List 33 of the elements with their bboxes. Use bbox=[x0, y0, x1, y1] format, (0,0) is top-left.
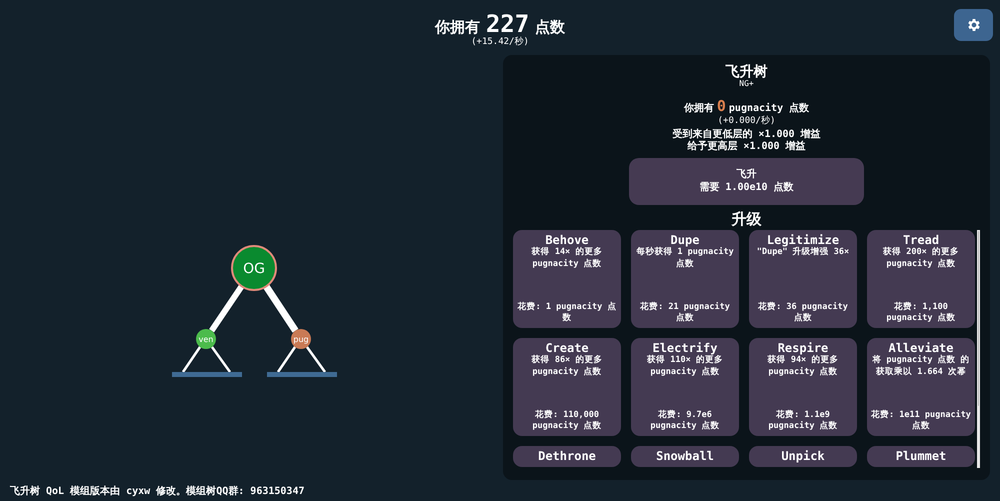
upgrade-card[interactable]: Snowball bbox=[631, 446, 739, 468]
pugnacity-rate: (+0.000/秒) bbox=[718, 115, 776, 128]
upgrade-card[interactable]: Legitimize "Dupe" 升级增强 36× 花费: 36 pugnacity 点数 bbox=[749, 230, 857, 328]
panel-title: 飞升树 bbox=[726, 65, 768, 80]
tree-branch bbox=[210, 346, 232, 373]
upgrade-card[interactable]: Dupe 每秒获得 1 pugnacity 点数 花费: 21 pugnacity 点数 bbox=[631, 230, 739, 328]
upgrade-card[interactable]: Respire 获得 94× 的更多 pugnacity 点数 花费: 1.1e9 pugnacity 点数 bbox=[749, 338, 857, 436]
upgrade-card[interactable]: Electrify 获得 110× 的更多 pugnacity 点数 花费: 9.7e6 pugnacity 点数 bbox=[631, 338, 739, 436]
upgrade-card[interactable]: Alleviate 将 pugnacity 点数 的获取乘以 1.664 次幂 花费: 1e11 pugnacity 点数 bbox=[867, 338, 975, 436]
section-heading: 升级 bbox=[732, 210, 762, 228]
ascend-button[interactable]: 飞升 需要 1.00e10 点数 bbox=[629, 158, 864, 205]
points-display: 你拥有 227 点数 bbox=[434, 12, 566, 36]
tree-branch bbox=[182, 346, 202, 373]
tree-branch bbox=[263, 284, 298, 333]
upgrade-card[interactable]: Behove 获得 14× 的更多 pugnacity 点数 花费: 1 pugnacity 点数 bbox=[513, 230, 621, 328]
settings-icon bbox=[966, 17, 982, 33]
scrollbar[interactable] bbox=[977, 230, 980, 468]
tree-branch bbox=[306, 346, 326, 373]
upgrade-card[interactable]: Dethrone bbox=[513, 446, 621, 468]
panel-subtitle: NG+ bbox=[739, 80, 754, 90]
upgrade-card[interactable]: Tread 获得 200× 的更多 pugnacity 点数 花费: 1,100 pugnacity 点数 bbox=[867, 230, 975, 328]
upgrade-card[interactable]: Unpick bbox=[749, 446, 857, 468]
points-rate: (+15.42/秒) bbox=[471, 36, 529, 49]
pugnacity-amount: 你拥有 0 pugnacity 点数 bbox=[684, 97, 810, 116]
tree-branch bbox=[276, 346, 296, 373]
boost-text: 受到来自更低层的 ×1.000 增益 bbox=[672, 128, 821, 140]
boost-text: 给予更高层 ×1.000 增益 bbox=[687, 141, 806, 154]
upgrade-card[interactable]: Plummet bbox=[867, 446, 975, 468]
tree-branch bbox=[209, 284, 244, 332]
tree-node[interactable]: OG bbox=[231, 245, 277, 291]
settings-button[interactable] bbox=[954, 9, 993, 41]
footer-text: 飞升树 QoL 模组版本由 cyxw 修改。模组树QQ群: 963150347 bbox=[9, 484, 306, 498]
upgrade-card[interactable]: Create 获得 86× 的更多 pugnacity 点数 花费: 110,000 pugnacity 点数 bbox=[513, 338, 621, 436]
